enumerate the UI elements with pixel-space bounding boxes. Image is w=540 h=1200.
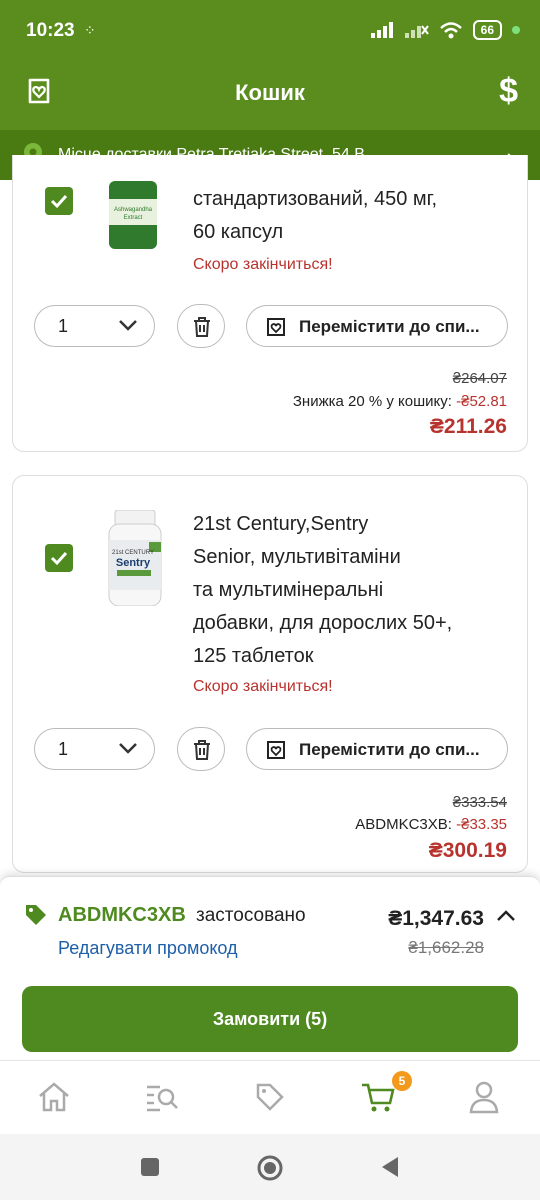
search-catalog-icon[interactable] bbox=[142, 1079, 182, 1115]
discount-label: ABDMKC3XB: bbox=[355, 816, 457, 833]
original-price: ₴264.07 bbox=[452, 370, 507, 387]
product-image[interactable]: 21st CENTURY Sentry bbox=[107, 510, 163, 606]
trash-icon bbox=[194, 317, 210, 337]
home-button-icon[interactable] bbox=[256, 1154, 284, 1182]
recent-apps-icon[interactable] bbox=[140, 1157, 160, 1177]
quantity-value: 1 bbox=[58, 739, 69, 759]
item-checkbox[interactable] bbox=[45, 187, 73, 215]
original-price: ₴333.54 bbox=[452, 794, 507, 811]
move-to-wishlist-button[interactable]: Перемістити до спи... bbox=[246, 728, 508, 770]
trash-icon bbox=[194, 740, 210, 760]
cart-item-card: Ashwagandha Extract стандартизований, 45… bbox=[12, 155, 528, 452]
move-to-wishlist-label: Перемістити до спи... bbox=[299, 740, 480, 759]
product-title-line: стандартизований, 450 мг, bbox=[193, 188, 438, 210]
profile-icon[interactable] bbox=[464, 1079, 504, 1115]
page-title: Кошик bbox=[235, 80, 305, 105]
delete-button[interactable] bbox=[177, 727, 225, 771]
status-icons: 66 bbox=[370, 20, 520, 40]
place-order-button[interactable]: Замовити (5) bbox=[22, 986, 518, 1052]
signal-icon bbox=[370, 22, 393, 38]
order-total-original: ₴1,662.28 bbox=[408, 938, 484, 957]
svg-text:Ashwagandha: Ashwagandha bbox=[114, 207, 153, 213]
home-icon[interactable] bbox=[34, 1079, 74, 1115]
chevron-down-icon bbox=[119, 743, 137, 754]
chevron-down-icon bbox=[119, 320, 137, 331]
notification-dot bbox=[512, 26, 520, 34]
product-title-line: та мультимінеральні bbox=[193, 579, 384, 601]
product-title-line: 60 капсул bbox=[193, 221, 284, 243]
quantity-select[interactable]: 1 bbox=[34, 728, 155, 770]
edit-promo-link[interactable]: Редагувати промокод bbox=[58, 938, 238, 959]
order-summary: ABDMKC3XB застосовано Редагувати промоко… bbox=[0, 876, 540, 1060]
discount-line: Знижка 20 % у кошику: -₴52.81 bbox=[293, 393, 507, 410]
svg-text:21st CENTURY: 21st CENTURY bbox=[112, 550, 154, 556]
signal-off-icon bbox=[404, 25, 429, 38]
svg-text:Extract: Extract bbox=[124, 215, 143, 221]
wishlist-icon bbox=[267, 741, 285, 759]
cart-item-card: 21st CENTURY Sentry 21st Century,Sentry … bbox=[12, 475, 528, 873]
product-title-line: 21st Century,Sentry bbox=[193, 513, 369, 535]
check-icon bbox=[50, 551, 68, 566]
wifi-icon bbox=[439, 22, 462, 39]
move-to-wishlist-button[interactable]: Перемістити до спи... bbox=[246, 305, 508, 347]
status-bar: 10:23 ⁘ 66 bbox=[0, 0, 540, 64]
product-title[interactable]: стандартизований, 450 мг, 60 капсул bbox=[193, 183, 437, 249]
discount-value: -₴33.35 bbox=[456, 816, 507, 833]
item-price: ₴211.26 bbox=[429, 415, 507, 438]
discount-line: ABDMKC3XB: -₴33.35 bbox=[355, 816, 507, 833]
app-header: Кошик $ bbox=[0, 64, 540, 130]
discount-value: -₴52.81 bbox=[456, 393, 507, 410]
quantity-select[interactable]: 1 bbox=[34, 305, 155, 347]
delete-button[interactable] bbox=[177, 304, 225, 348]
product-image[interactable]: Ashwagandha Extract bbox=[107, 181, 159, 249]
bottom-nav: 5 bbox=[0, 1060, 540, 1134]
quantity-value: 1 bbox=[58, 316, 69, 336]
cart-count-badge: 5 bbox=[392, 1071, 412, 1091]
item-checkbox[interactable] bbox=[45, 544, 73, 572]
system-nav-bar bbox=[0, 1134, 540, 1200]
check-icon bbox=[50, 194, 68, 209]
status-time: 10:23 bbox=[26, 20, 75, 41]
tag-icon bbox=[26, 905, 46, 925]
footsteps-icon: ⁘ bbox=[84, 22, 96, 38]
battery-icon: 66 bbox=[472, 20, 502, 40]
order-total: ₴1,347.63 bbox=[388, 907, 484, 930]
product-title[interactable]: 21st Century,Sentry Senior, мультивітамі… bbox=[193, 508, 452, 673]
promo-code: ABDMKC3XB bbox=[58, 904, 186, 926]
wishlist-icon bbox=[267, 318, 285, 336]
tag-icon[interactable] bbox=[250, 1079, 290, 1115]
promo-applied-text: застосовано bbox=[196, 905, 306, 926]
product-title-line: добавки, для дорослих 50+, bbox=[193, 612, 453, 634]
product-title-line: Senior, мультивітаміни bbox=[193, 546, 401, 568]
currency-icon[interactable]: $ bbox=[499, 72, 518, 111]
discount-label: Знижка 20 % у кошику: bbox=[292, 393, 457, 410]
svg-text:Sentry: Sentry bbox=[116, 557, 151, 569]
stock-warning: Скоро закінчиться! bbox=[193, 678, 333, 695]
product-title-line: 125 таблеток bbox=[193, 645, 314, 667]
back-icon[interactable] bbox=[380, 1156, 400, 1178]
stock-warning: Скоро закінчиться! bbox=[193, 256, 333, 273]
move-to-wishlist-label: Перемістити до спи... bbox=[299, 317, 480, 336]
item-price: ₴300.19 bbox=[428, 839, 507, 862]
chevron-up-icon[interactable] bbox=[496, 909, 516, 923]
